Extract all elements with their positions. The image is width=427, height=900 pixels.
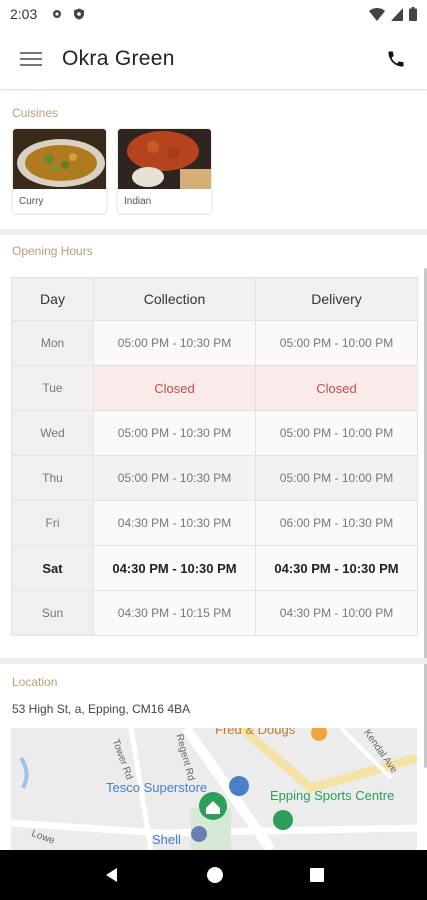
app-bar: Okra Green — [0, 28, 427, 90]
collection-cell: 04:30 PM - 10:30 PM — [93, 545, 256, 591]
battery-icon — [409, 7, 417, 21]
cuisine-card-curry[interactable]: Curry — [12, 128, 107, 214]
cuisines-section: Cuisines Curry Indian — [12, 106, 212, 214]
header-day: Day — [11, 277, 94, 321]
delivery-cell: 05:00 PM - 10:00 PM — [255, 320, 418, 366]
status-bar: 2:03 — [0, 0, 427, 28]
opening-hours-label: Opening Hours — [12, 244, 93, 258]
day-cell: Fri — [11, 500, 94, 546]
cuisines-label: Cuisines — [12, 106, 59, 120]
page-title: Okra Green — [62, 46, 175, 70]
section-divider — [0, 658, 427, 664]
map-label-fred-dougs: Fred & Dougs — [215, 728, 296, 737]
table-row: Sun 04:30 PM - 10:15 PM 04:30 PM - 10:00… — [11, 590, 418, 636]
table-row: Tue Closed Closed — [11, 365, 418, 411]
header-collection: Collection — [93, 277, 256, 321]
delivery-cell: 05:00 PM - 10:00 PM — [255, 410, 418, 456]
delivery-cell: 04:30 PM - 10:30 PM — [255, 545, 418, 591]
cuisine-label-indian: Indian — [124, 196, 152, 207]
location-map[interactable]: Fred & Dougs Tesco Superstore Epping Spo… — [11, 728, 417, 850]
map-label-tesco: Tesco Superstore — [106, 780, 208, 795]
map-label-epping-sports: Epping Sports Centre — [270, 788, 395, 803]
address-text: 53 High St, a, Epping, CM16 4BA — [12, 702, 191, 716]
collection-cell: 05:00 PM - 10:30 PM — [93, 455, 256, 501]
collection-cell: 04:30 PM - 10:30 PM — [93, 500, 256, 546]
day-cell: Sat — [11, 545, 94, 591]
curry-image — [13, 129, 106, 189]
collection-cell: 04:30 PM - 10:15 PM — [93, 590, 256, 636]
settings-icon — [53, 10, 62, 18]
cuisine-cards: Curry Indian — [12, 128, 212, 214]
opening-hours-table: Day Collection Delivery Mon 05:00 PM - 1… — [11, 277, 418, 636]
status-icons — [369, 7, 417, 21]
menu-button[interactable] — [0, 28, 62, 90]
collection-cell-closed: Closed — [93, 365, 256, 411]
day-cell: Wed — [11, 410, 94, 456]
table-header-row: Day Collection Delivery — [11, 277, 418, 321]
table-row-today: Sat 04:30 PM - 10:30 PM 04:30 PM - 10:30… — [11, 545, 418, 591]
table-row: Mon 05:00 PM - 10:30 PM 05:00 PM - 10:00… — [11, 320, 418, 366]
shield-icon — [74, 8, 85, 20]
day-cell: Mon — [11, 320, 94, 366]
cell-signal-icon — [391, 7, 403, 21]
day-cell: Sun — [11, 590, 94, 636]
delivery-cell: 06:00 PM - 10:30 PM — [255, 500, 418, 546]
cuisine-label-curry: Curry — [19, 196, 44, 207]
table-row: Fri 04:30 PM - 10:30 PM 06:00 PM - 10:30… — [11, 500, 418, 546]
phone-icon — [388, 51, 404, 66]
location-label: Location — [12, 675, 58, 689]
status-time: 2:03 — [10, 6, 38, 22]
collection-cell: 05:00 PM - 10:30 PM — [93, 320, 256, 366]
header-delivery: Delivery — [255, 277, 418, 321]
opening-hours-section: Opening Hours — [12, 244, 93, 258]
collection-cell: 05:00 PM - 10:30 PM — [93, 410, 256, 456]
table-row: Wed 05:00 PM - 10:30 PM 05:00 PM - 10:00… — [11, 410, 418, 456]
table-row: Thu 05:00 PM - 10:30 PM 05:00 PM - 10:00… — [11, 455, 418, 501]
wifi-icon — [369, 7, 385, 21]
system-nav-bar — [0, 850, 427, 900]
back-icon[interactable] — [103, 866, 121, 884]
section-divider — [0, 229, 427, 235]
call-button[interactable] — [365, 28, 427, 90]
delivery-cell: 04:30 PM - 10:00 PM — [255, 590, 418, 636]
delivery-cell-closed: Closed — [255, 365, 418, 411]
recents-icon[interactable] — [309, 867, 325, 883]
location-section: Location — [12, 675, 57, 689]
delivery-cell: 05:00 PM - 10:00 PM — [255, 455, 418, 501]
day-cell: Thu — [11, 455, 94, 501]
indian-food-image — [118, 129, 211, 189]
hamburger-icon — [20, 51, 42, 66]
map-label-shell: Shell — [152, 832, 181, 847]
home-icon[interactable] — [206, 866, 224, 884]
day-cell: Tue — [11, 365, 94, 411]
cuisine-card-indian[interactable]: Indian — [117, 128, 212, 214]
